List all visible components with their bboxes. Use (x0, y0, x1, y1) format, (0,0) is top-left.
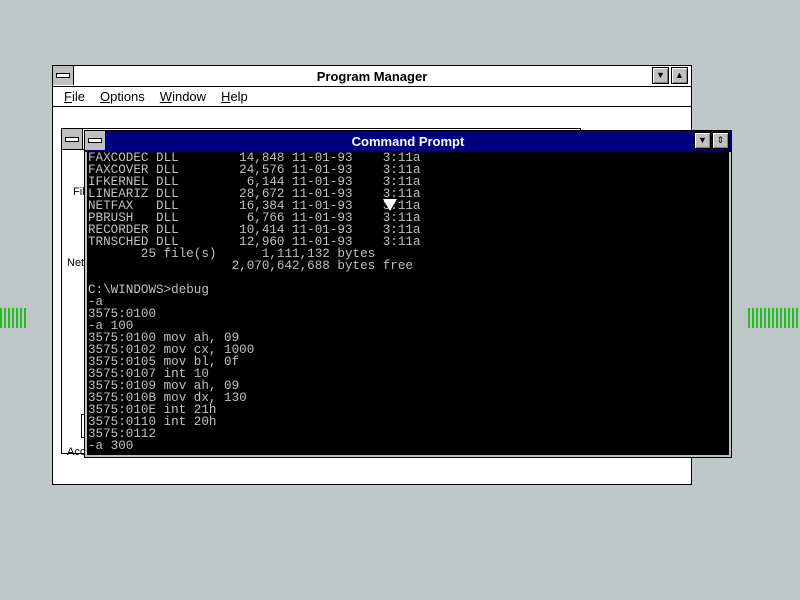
console-line: 3575:0112 (88, 427, 157, 441)
group-label-net[interactable]: Net (67, 257, 84, 269)
system-menu-icon (56, 73, 70, 78)
program-manager-title: Program Manager (316, 68, 428, 84)
system-menu-button[interactable] (53, 66, 74, 85)
command-prompt-titlebar[interactable]: Command Prompt (85, 131, 731, 152)
group-system-menu-icon (65, 136, 79, 142)
console-line: -a 300 (88, 439, 134, 453)
menu-options[interactable]: Options (100, 89, 145, 104)
console-output[interactable]: FAXCODEC DLL 14,848 11-01-93 3:11a FAXCOV… (87, 152, 729, 455)
menu-file[interactable]: File (64, 89, 85, 104)
console-line: 2,070,642,688 bytes free (88, 259, 413, 273)
menu-bar: File Options Window Help (53, 87, 691, 107)
console-line: 3575:0110 int 20h (88, 415, 217, 429)
group-label-file[interactable]: Fil (73, 186, 85, 198)
command-system-menu-icon (88, 138, 102, 143)
command-prompt-title: Command Prompt (351, 133, 465, 149)
console-line: -a (88, 295, 104, 309)
accessories-label[interactable]: Acc (67, 446, 85, 458)
program-manager-titlebar[interactable]: Program Manager (53, 66, 691, 87)
command-restore-button[interactable]: ⇕ (712, 132, 729, 149)
command-minimize-button[interactable]: ▼ (694, 132, 711, 149)
console-line: C:\WINDOWS>debug (88, 283, 209, 297)
desktop-stripes-left (0, 308, 28, 328)
group-system-menu-button[interactable] (62, 129, 83, 149)
minimize-button[interactable]: ▼ (652, 67, 669, 84)
maximize-button[interactable]: ▲ (671, 67, 688, 84)
command-system-menu-button[interactable] (85, 131, 106, 150)
menu-window[interactable]: Window (160, 89, 206, 104)
command-prompt-window[interactable]: Command Prompt ▼ ⇕ FAXCODEC DLL 14,848 1… (84, 130, 732, 458)
desktop-stripes-right (748, 308, 800, 328)
console-line: 3575:0100 (88, 307, 157, 321)
menu-help[interactable]: Help (221, 89, 248, 104)
mouse-cursor-icon (383, 199, 397, 211)
